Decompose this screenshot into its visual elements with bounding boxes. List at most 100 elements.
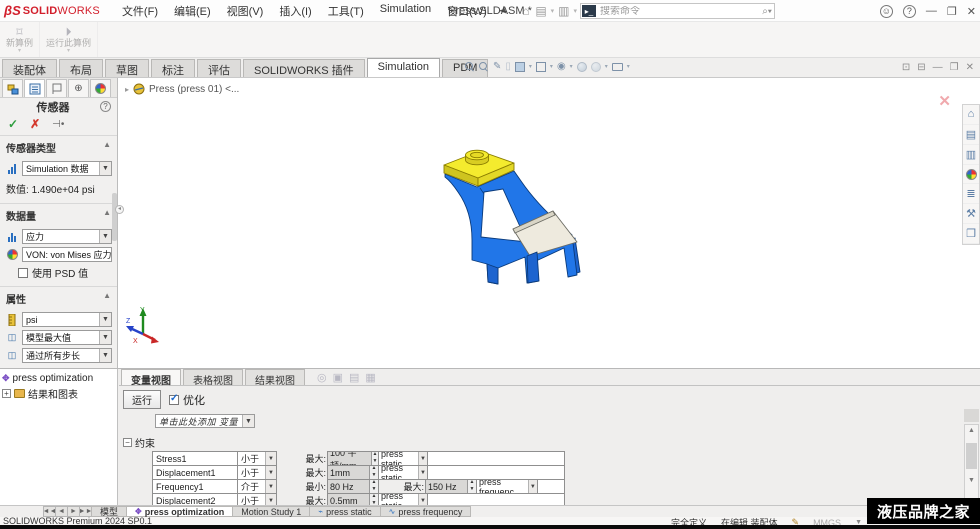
add-variable-arrow-icon[interactable]: ▼ bbox=[242, 415, 254, 427]
criterion-dropdown-arrow-icon[interactable]: ▼ bbox=[99, 331, 111, 344]
doc-minimize-icon[interactable]: — bbox=[933, 62, 943, 73]
zoom-area-icon[interactable] bbox=[479, 62, 489, 72]
spinner[interactable]: ▲▼ bbox=[371, 452, 378, 465]
constraint-name[interactable]: Frequency1 bbox=[152, 479, 238, 494]
data-quantity-collapse-icon[interactable]: ▲ bbox=[103, 208, 111, 223]
press-bracket-model[interactable] bbox=[420, 144, 610, 294]
optimize-checkbox[interactable] bbox=[169, 395, 179, 405]
open-caret-icon[interactable]: ▾ bbox=[574, 7, 578, 15]
dropdown-arrow-icon[interactable]: ▼ bbox=[528, 480, 537, 493]
bound-value-field[interactable]: 80 Hz▲▼ bbox=[327, 479, 379, 494]
tab-layout[interactable]: 布局 bbox=[59, 59, 103, 77]
tab-addins[interactable]: SOLIDWORKS 插件 bbox=[243, 59, 365, 77]
dropdown-arrow-icon[interactable]: ▼ bbox=[265, 466, 276, 479]
condition-dropdown[interactable]: 小于▼ bbox=[237, 465, 277, 480]
constraints-header[interactable]: − 约束 bbox=[123, 435, 980, 450]
tab-variable-view[interactable]: 变量视图 bbox=[121, 369, 181, 385]
view-orientation-icon[interactable] bbox=[515, 62, 525, 72]
dropdown-arrow-icon[interactable]: ▼ bbox=[265, 480, 276, 493]
constraint-name[interactable]: Stress1 bbox=[152, 451, 238, 466]
add-variable-dropdown[interactable]: 单击此处添加 变量 ▼ bbox=[155, 414, 255, 428]
3d-content-icon[interactable]: ❒ bbox=[963, 224, 979, 244]
menu-insert[interactable]: 插入(I) bbox=[271, 0, 319, 22]
close-button[interactable]: ✕ bbox=[967, 5, 976, 18]
new-document-icon[interactable]: ▤ bbox=[533, 4, 548, 18]
file-explorer-icon[interactable]: ▥ bbox=[963, 145, 979, 165]
minimize-button[interactable]: — bbox=[926, 5, 937, 17]
restore-button[interactable]: ❐ bbox=[947, 5, 957, 18]
spinner[interactable]: ▲▼ bbox=[467, 480, 476, 493]
menu-edit[interactable]: 编辑(E) bbox=[166, 0, 219, 22]
breadcrumb-arrow-icon[interactable]: ▸ bbox=[125, 85, 129, 94]
scroll-thumb[interactable] bbox=[966, 443, 977, 469]
menu-simulation[interactable]: Simulation bbox=[372, 0, 439, 22]
resources-home-icon[interactable]: ⌂ bbox=[963, 105, 979, 125]
new-caret-icon[interactable]: ▾ bbox=[551, 7, 555, 15]
hide-show-caret-icon[interactable]: ▾ bbox=[570, 63, 573, 70]
panel-splitter-handle[interactable]: ◂ bbox=[115, 205, 124, 214]
study-report-icon[interactable]: ▣ bbox=[333, 371, 343, 384]
menu-view[interactable]: 视图(V) bbox=[219, 0, 272, 22]
command-search[interactable]: ▸_ ⌕▾ bbox=[580, 3, 775, 19]
tab-evaluate[interactable]: 评估 bbox=[197, 59, 241, 77]
stress-component-dropdown[interactable]: VON: von Mises 应力 ▼ bbox=[22, 247, 112, 262]
ok-button[interactable]: ✓ bbox=[8, 117, 18, 131]
scroll-up-icon[interactable]: ▲ bbox=[968, 425, 975, 437]
doc-close-icon[interactable]: ✕ bbox=[966, 62, 974, 73]
user-account-icon[interactable]: ☺ bbox=[880, 5, 893, 18]
use-psd-checkbox[interactable] bbox=[18, 268, 28, 278]
keep-visible-pin-icon[interactable]: ⊣• bbox=[52, 119, 64, 130]
configuration-manager-tab[interactable] bbox=[46, 79, 67, 97]
tab-results-view[interactable]: 结果视图 bbox=[245, 369, 305, 385]
study-export-icon[interactable]: ▤ bbox=[349, 371, 359, 384]
custom-properties-icon[interactable]: ≣ bbox=[963, 184, 979, 204]
view-orientation-caret-icon[interactable]: ▾ bbox=[529, 63, 532, 70]
tab-table-view[interactable]: 表格视图 bbox=[183, 369, 243, 385]
spinner[interactable]: ▲▼ bbox=[369, 466, 378, 479]
hide-show-icon[interactable]: ◉ bbox=[557, 61, 566, 72]
expand-icon[interactable]: + bbox=[2, 389, 11, 398]
dropdown-arrow-icon[interactable]: ▼ bbox=[418, 466, 427, 479]
forum-icon[interactable]: ⚒ bbox=[963, 204, 979, 224]
menu-pin-icon[interactable]: ➤ bbox=[496, 3, 512, 19]
tab-press-frequency[interactable]: ∿press frequency bbox=[380, 506, 472, 517]
graphics-area[interactable]: ▸ Press (press 01) <... ✕ bbox=[119, 78, 963, 368]
scene-icon[interactable] bbox=[591, 62, 601, 72]
new-study-button[interactable]: ⌑ 新算例 ▾ bbox=[0, 22, 40, 57]
section-view-icon[interactable]: ▯ bbox=[505, 61, 511, 72]
featuremanager-tree-tab[interactable] bbox=[2, 79, 23, 97]
doc-dock-icon[interactable]: ⊡ bbox=[902, 62, 910, 73]
bound-value-field[interactable]: 100 牛顿/mm▲▼ bbox=[327, 451, 379, 466]
search-input[interactable] bbox=[596, 6, 762, 17]
tab-motion-study-1[interactable]: Motion Study 1 bbox=[232, 506, 310, 517]
panel-scrollbar[interactable] bbox=[112, 193, 117, 241]
scene-caret-icon[interactable]: ▾ bbox=[605, 63, 608, 70]
appearance-icon[interactable] bbox=[577, 62, 587, 72]
menu-window[interactable]: 窗口(W) bbox=[439, 0, 495, 22]
propertymanager-tab[interactable] bbox=[24, 79, 45, 97]
result-type-dropdown-arrow-icon[interactable]: ▼ bbox=[99, 230, 111, 243]
panel-help-icon[interactable]: ? bbox=[100, 101, 111, 112]
study-dropdown[interactable]: press static▼ bbox=[378, 451, 428, 466]
scroll-down-icon[interactable]: ▼ bbox=[968, 475, 975, 487]
doc-tile-icon[interactable]: ⊟ bbox=[917, 62, 925, 73]
dimxpert-tab[interactable]: ⊕ bbox=[68, 79, 89, 97]
view-settings-icon[interactable] bbox=[612, 63, 623, 71]
appearances-scenes-icon[interactable] bbox=[963, 165, 979, 185]
previous-view-icon[interactable]: ✎ bbox=[493, 61, 501, 72]
dropdown-arrow-icon[interactable]: ▼ bbox=[265, 452, 276, 465]
sensor-type-dropdown-arrow-icon[interactable]: ▼ bbox=[99, 162, 111, 175]
bound-value-field[interactable]: 150 Hz▲▼ bbox=[425, 479, 477, 494]
search-scope-icon[interactable]: ▸_ bbox=[582, 5, 596, 17]
home-icon[interactable]: ⌂ bbox=[520, 4, 531, 18]
sensor-type-dropdown[interactable]: Simulation 数据 ▼ bbox=[22, 161, 112, 176]
help-icon[interactable]: ? bbox=[903, 5, 916, 18]
bound-value-field[interactable]: 1mm▲▼ bbox=[327, 465, 379, 480]
condition-dropdown[interactable]: 介于▼ bbox=[237, 479, 277, 494]
menu-tools[interactable]: 工具(T) bbox=[320, 0, 372, 22]
step-criterion-dropdown-arrow-icon[interactable]: ▼ bbox=[99, 349, 111, 362]
tab-assembly[interactable]: 装配体 bbox=[2, 59, 57, 77]
search-icon[interactable]: ⌕▾ bbox=[762, 6, 772, 17]
tab-markup[interactable]: 标注 bbox=[151, 59, 195, 77]
study-settings-icon[interactable]: ◎ bbox=[317, 371, 327, 384]
